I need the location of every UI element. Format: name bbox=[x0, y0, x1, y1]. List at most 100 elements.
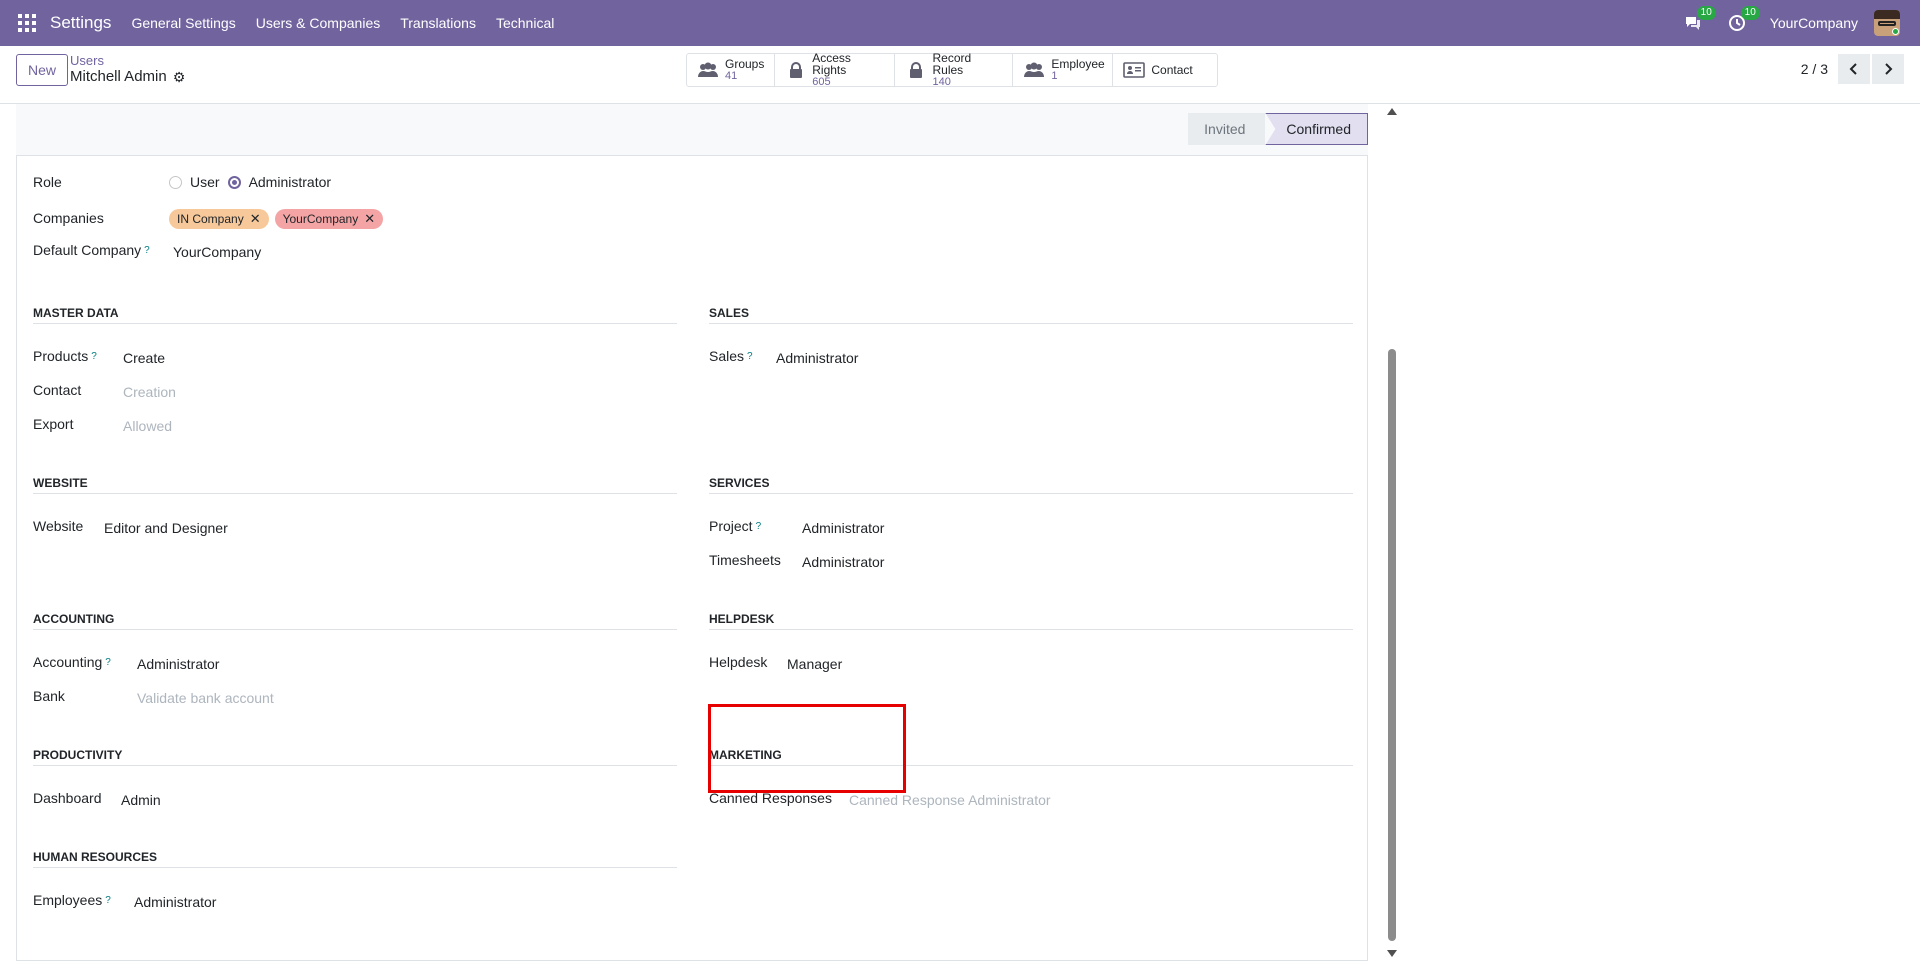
companies-field: Companies bbox=[33, 210, 104, 226]
status-stages: Invited Confirmed bbox=[1188, 113, 1368, 145]
app-grid-icon[interactable] bbox=[18, 14, 36, 32]
stage-invited[interactable]: Invited bbox=[1188, 113, 1266, 145]
activities-clock-icon[interactable]: 10 bbox=[1726, 6, 1760, 34]
helpdesk-label: Helpdesk bbox=[709, 654, 768, 670]
company-tag-label: IN Company bbox=[177, 212, 244, 226]
field-sales: Sales? bbox=[709, 348, 753, 364]
section-divider bbox=[33, 629, 677, 630]
menu-users-companies[interactable]: Users & Companies bbox=[256, 15, 381, 31]
role-user-label[interactable]: User bbox=[190, 174, 220, 190]
project-label: Project bbox=[709, 518, 753, 534]
groups-count: 41 bbox=[725, 70, 738, 82]
messages-icon[interactable]: 10 bbox=[1682, 6, 1716, 34]
form-sheet: Role User Administrator Companies IN Com… bbox=[16, 156, 1368, 961]
section-divider bbox=[33, 493, 677, 494]
company-switcher[interactable]: YourCompany bbox=[1770, 15, 1858, 31]
users-icon bbox=[1023, 61, 1045, 79]
field-dashboard: Dashboard bbox=[33, 790, 102, 806]
default-company-value[interactable]: YourCompany bbox=[173, 244, 261, 260]
help-tooltip-icon[interactable]: ? bbox=[105, 657, 111, 668]
vertical-scrollbar[interactable] bbox=[1386, 104, 1398, 961]
field-timesheets: Timesheets bbox=[709, 552, 781, 568]
sales-label: Sales bbox=[709, 348, 745, 364]
scroll-down-arrow-icon[interactable] bbox=[1387, 950, 1397, 957]
helpdesk-highlight-box bbox=[708, 704, 906, 793]
gear-icon[interactable]: ⚙ bbox=[173, 68, 186, 86]
breadcrumb-current: Mitchell Admin ⚙ bbox=[70, 68, 185, 86]
help-tooltip-icon[interactable]: ? bbox=[756, 521, 762, 532]
default-company-label: Default Company bbox=[33, 242, 142, 258]
record-title: Mitchell Admin bbox=[70, 68, 167, 85]
field-export: Export bbox=[33, 416, 73, 432]
default-company-field: Default Company? bbox=[33, 242, 150, 258]
lock-icon bbox=[905, 61, 926, 79]
menu-general-settings[interactable]: General Settings bbox=[131, 15, 235, 31]
groups-smart-button[interactable]: Groups 41 bbox=[687, 54, 776, 86]
access-rights-smart-button[interactable]: Access Rights 605 bbox=[775, 51, 896, 88]
activities-count-badge: 10 bbox=[1740, 6, 1760, 20]
record-rules-smart-button[interactable]: Record Rules 140 bbox=[895, 51, 1014, 88]
timesheets-value[interactable]: Administrator bbox=[802, 554, 884, 570]
website-value[interactable]: Editor and Designer bbox=[104, 520, 228, 536]
employee-count: 1 bbox=[1051, 70, 1058, 82]
app-brand[interactable]: Settings bbox=[50, 13, 111, 33]
products-label: Products bbox=[33, 348, 89, 364]
canned-responses-value[interactable]: Canned Response Administrator bbox=[849, 792, 1051, 808]
new-button[interactable]: New bbox=[16, 54, 69, 86]
export-value[interactable]: Allowed bbox=[123, 418, 172, 434]
pager-value[interactable]: 2 / 3 bbox=[1801, 61, 1828, 77]
company-tag: YourCompany ✕ bbox=[274, 209, 384, 229]
contact-label: Contact bbox=[1151, 63, 1193, 77]
lock-icon bbox=[785, 61, 806, 79]
form-view: Invited Confirmed Role User Administrato… bbox=[16, 104, 1368, 961]
bank-value[interactable]: Validate bank account bbox=[137, 690, 274, 706]
help-tooltip-icon[interactable]: ? bbox=[91, 351, 97, 362]
contact-value[interactable]: Creation bbox=[123, 384, 176, 400]
companies-tags[interactable]: IN Company ✕ YourCompany ✕ bbox=[169, 209, 389, 229]
contact-smart-button[interactable]: Contact bbox=[1113, 54, 1217, 86]
scrollbar-thumb[interactable] bbox=[1388, 349, 1396, 941]
smart-buttons: Groups 41 Access Rights 605 Record Rules 14… bbox=[686, 51, 1219, 88]
breadcrumb-users-link[interactable]: Users bbox=[70, 54, 185, 68]
user-avatar[interactable] bbox=[1874, 10, 1900, 36]
helpdesk-value[interactable]: Manager bbox=[787, 656, 842, 672]
breadcrumb: Users Mitchell Admin ⚙ bbox=[70, 54, 185, 86]
dashboard-label: Dashboard bbox=[33, 790, 102, 806]
record-rules-label: Record Rules bbox=[932, 51, 972, 77]
remove-tag-icon[interactable]: ✕ bbox=[250, 211, 261, 227]
scroll-up-arrow-icon[interactable] bbox=[1387, 108, 1397, 115]
role-administrator-radio[interactable] bbox=[227, 175, 241, 189]
pager-previous-button[interactable] bbox=[1838, 54, 1870, 84]
role-label: Role bbox=[33, 174, 62, 190]
project-value[interactable]: Administrator bbox=[802, 520, 884, 536]
accounting-value[interactable]: Administrator bbox=[137, 656, 219, 672]
export-label: Export bbox=[33, 416, 74, 432]
dashboard-value[interactable]: Admin bbox=[121, 792, 161, 808]
section-title-productivity: PRODUCTIVITY bbox=[33, 748, 123, 762]
section-divider bbox=[709, 629, 1353, 630]
remove-tag-icon[interactable]: ✕ bbox=[364, 211, 375, 227]
help-tooltip-icon[interactable]: ? bbox=[747, 351, 753, 362]
access-rights-label: Access Rights bbox=[812, 51, 851, 77]
company-tag-label: YourCompany bbox=[282, 212, 359, 226]
section-divider bbox=[33, 323, 677, 324]
sales-value[interactable]: Administrator bbox=[776, 350, 858, 366]
section-title-services: SERVICES bbox=[709, 476, 770, 490]
help-tooltip-icon[interactable]: ? bbox=[105, 895, 111, 906]
field-contact: Contact bbox=[33, 382, 81, 398]
stage-confirmed[interactable]: Confirmed bbox=[1265, 113, 1368, 145]
employees-value[interactable]: Administrator bbox=[134, 894, 216, 910]
access-rights-count: 605 bbox=[812, 76, 831, 88]
role-user-radio[interactable] bbox=[169, 175, 182, 189]
employee-smart-button[interactable]: Employee 1 bbox=[1013, 54, 1114, 86]
products-value[interactable]: Create bbox=[123, 350, 165, 366]
menu-translations[interactable]: Translations bbox=[400, 15, 476, 31]
role-options: User Administrator bbox=[169, 174, 331, 190]
help-tooltip-icon[interactable]: ? bbox=[144, 245, 150, 256]
section-title-helpdesk: HELPDESK bbox=[709, 612, 775, 626]
role-administrator-label[interactable]: Administrator bbox=[249, 174, 331, 190]
role-field: Role bbox=[33, 174, 62, 190]
menu-technical[interactable]: Technical bbox=[496, 15, 554, 31]
section-title-master-data: MASTER DATA bbox=[33, 306, 119, 320]
pager-next-button[interactable] bbox=[1872, 54, 1904, 84]
